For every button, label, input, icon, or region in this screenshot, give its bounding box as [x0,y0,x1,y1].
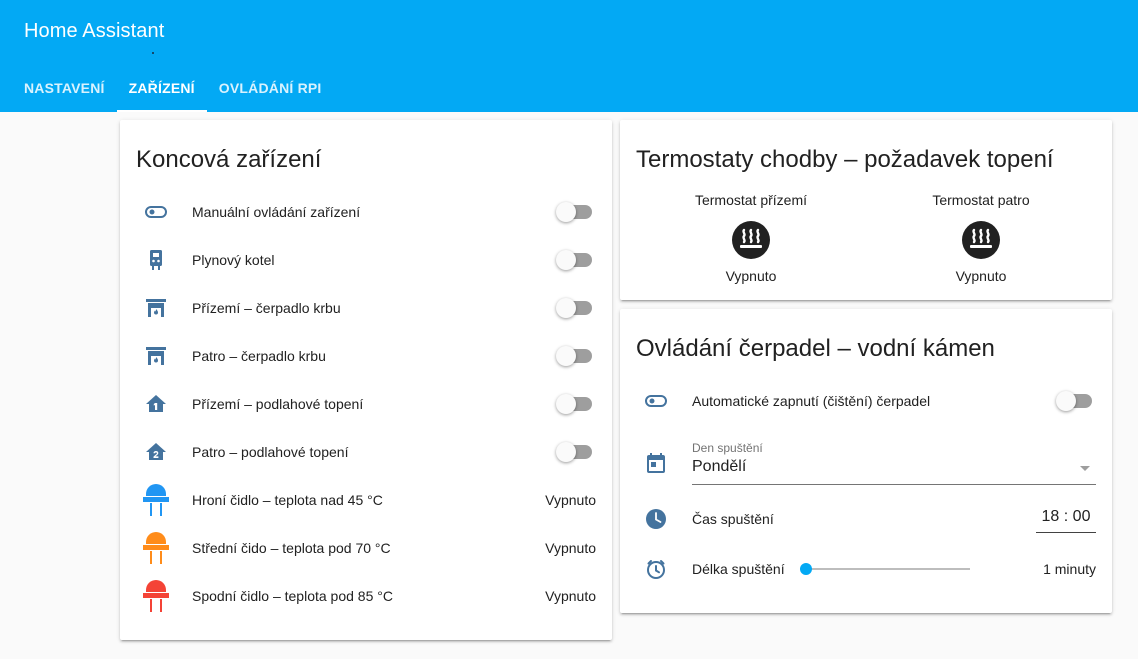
gas-boiler-icon [136,240,176,280]
thermostat-name: Termostat patro [932,192,1030,208]
toggle-switch-icon [136,192,176,232]
led-red-icon [136,576,176,616]
fireplace-icon [136,336,176,376]
device-label: Hroní čidlo – teplota nad 45 °C [192,492,383,508]
device-label: Přízemí – čerpadlo krbu [192,300,341,316]
device-label: Střední čido – teplota pod 70 °C [192,540,391,556]
devices-card: Koncová zařízení Manuální ovládání zaříz… [120,120,612,640]
device-row-manual: Manuální ovládání zařízení [136,192,596,232]
device-label: Patro – čerpadlo krbu [192,348,326,364]
device-toggle[interactable] [556,346,592,366]
tab-zarizeni[interactable]: ZAŘÍZENÍ [116,64,207,112]
devices-card-title: Koncová zařízení [136,146,322,173]
device-toggle[interactable] [556,298,592,318]
device-row-floor-heating-ground: Přízemí – podlahové topení [136,384,596,424]
device-row-sensor-top: Hroní čidlo – teplota nad 45 °C Vypnuto [136,480,596,520]
device-toggle[interactable] [556,202,592,222]
device-row-boiler: Plynový kotel [136,240,596,280]
radiator-icon [961,220,1001,260]
thermostat-state: Vypnuto [955,268,1007,284]
device-label: Přízemí – podlahové topení [192,396,364,412]
app-title: Home Assistant [24,20,165,42]
device-state: Vypnuto [545,588,596,604]
led-blue-icon [136,480,176,520]
auto-pump-row: Automatické zapnutí (čištění) čerpadel [636,381,1096,421]
device-label: Patro – podlahové topení [192,444,349,460]
day-select-caption: Den spuštění [692,441,763,455]
timer-icon [636,549,676,589]
device-row-fireplace-upper: Patro – čerpadlo krbu [136,336,596,376]
home-floor-1-icon [136,384,176,424]
time-row: Čas spuštění 18 : 00 [636,499,1096,539]
device-toggle[interactable] [556,442,592,462]
slider-knob[interactable] [800,563,812,575]
thermostats-card: Termostaty chodby – požadavek topení Ter… [620,120,1112,300]
slider-track [802,568,970,570]
device-toggle[interactable] [556,394,592,414]
time-label: Čas spuštění [692,511,774,527]
day-row: Den spuštění Pondělí [636,441,1096,485]
day-select-value: Pondělí [692,458,747,475]
pumps-card: Ovládání čerpadel – vodní kámen Automati… [620,309,1112,613]
thermostat-upper[interactable]: Termostat patro Vypnuto [901,192,1061,284]
tab-bar: NASTAVENÍ ZAŘÍZENÍ OVLÁDÁNÍ RPI [0,64,334,112]
device-label: Plynový kotel [192,252,275,268]
led-orange-icon [136,528,176,568]
time-input[interactable]: 18 : 00 [1036,507,1096,533]
duration-row: Délka spuštění 1 minuty [636,549,1096,589]
radiator-icon [731,220,771,260]
device-row-sensor-bottom: Spodní čidlo – teplota pod 85 °C Vypnuto [136,576,596,616]
pumps-card-title: Ovládání čerpadel – vodní kámen [636,335,995,362]
home-floor-2-icon [136,432,176,472]
device-label: Manuální ovládání zařízení [192,204,361,220]
day-select[interactable]: Den spuštění Pondělí [692,441,1096,485]
thermostat-name: Termostat přízemí [694,192,808,208]
calendar-icon [636,443,676,483]
device-row-fireplace-ground: Přízemí – čerpadlo krbu [136,288,596,328]
device-state: Vypnuto [545,492,596,508]
device-row-floor-heating-upper: Patro – podlahové topení [136,432,596,472]
auto-pump-toggle[interactable] [1056,391,1092,411]
device-row-sensor-middle: Střední čido – teplota pod 70 °C Vypnuto [136,528,596,568]
thermostat-state: Vypnuto [725,268,777,284]
auto-pump-label: Automatické zapnutí (čištění) čerpadel [692,393,931,409]
tab-nastaveni[interactable]: NASTAVENÍ [0,64,117,112]
fireplace-icon [136,288,176,328]
device-toggle[interactable] [556,250,592,270]
header-dot [152,52,154,54]
tab-ovladani-rpi[interactable]: OVLÁDÁNÍ RPI [207,64,334,112]
dropdown-arrow-icon [1080,466,1090,471]
device-label: Spodní čidlo – teplota pod 85 °C [192,588,393,604]
clock-icon [636,499,676,539]
thermostats-card-title: Termostaty chodby – požadavek topení [636,146,1054,173]
duration-slider[interactable] [800,559,970,579]
duration-value: 1 minuty [1043,561,1096,577]
thermostat-ground[interactable]: Termostat přízemí Vypnuto [671,192,831,284]
toggle-switch-icon [636,381,676,421]
app-header: Home Assistant NASTAVENÍ ZAŘÍZENÍ OVLÁDÁ… [0,0,1138,112]
device-state: Vypnuto [545,540,596,556]
duration-label: Délka spuštění [692,561,785,577]
